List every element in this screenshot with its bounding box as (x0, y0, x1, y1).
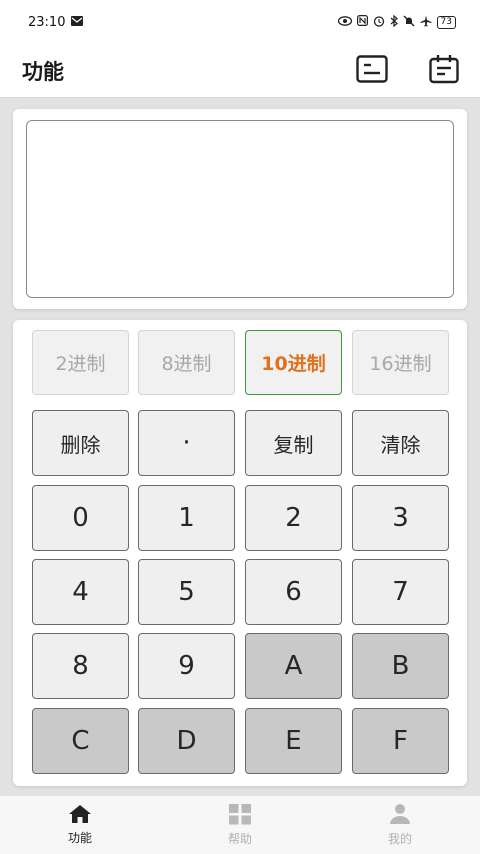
clear-button[interactable]: 清除 (352, 410, 449, 476)
nav-help[interactable]: 帮助 (160, 796, 320, 854)
battery-indicator: 73 (436, 15, 456, 29)
page-title: 功能 (22, 59, 64, 84)
airplane-icon (420, 15, 432, 30)
home-icon (68, 804, 92, 827)
display-card (13, 109, 467, 309)
alarm-icon (373, 15, 385, 30)
key-9[interactable]: 9 (138, 633, 235, 699)
status-right: 73 (337, 14, 456, 30)
nav-mine[interactable]: 我的 (320, 796, 480, 854)
input-display[interactable] (26, 120, 454, 298)
nfc-icon (356, 15, 368, 29)
key-6[interactable]: 6 (245, 559, 342, 625)
history-button[interactable] (356, 54, 388, 87)
base-16-tab[interactable]: 16进制 (352, 330, 449, 395)
key-3[interactable]: 3 (352, 485, 449, 551)
base-2-tab[interactable]: 2进制 (32, 330, 129, 395)
calendar-icon (429, 54, 459, 88)
mute-bell-icon (403, 15, 415, 30)
key-a[interactable]: A (245, 633, 342, 699)
status-time: 23:10 (28, 14, 66, 30)
appbar-actions (356, 54, 460, 88)
base-8-tab[interactable]: 8进制 (138, 330, 235, 395)
key-4[interactable]: 4 (32, 559, 129, 625)
base-10-tab[interactable]: 10进制 (245, 330, 342, 395)
bluetooth-icon (390, 14, 398, 30)
calendar-button[interactable] (428, 54, 460, 88)
mail-notification-icon (71, 15, 84, 30)
nav-help-label: 帮助 (227, 832, 252, 846)
key-1[interactable]: 1 (138, 485, 235, 551)
key-2[interactable]: 2 (245, 485, 342, 551)
key-7[interactable]: 7 (352, 559, 449, 625)
nav-mine-label: 我的 (387, 832, 412, 846)
key-c[interactable]: C (32, 708, 129, 774)
key-5[interactable]: 5 (138, 559, 235, 625)
key-0[interactable]: 0 (32, 485, 129, 551)
nav-features-label: 功能 (67, 831, 92, 845)
key-f[interactable]: F (352, 708, 449, 774)
key-b[interactable]: B (352, 633, 449, 699)
dot-button[interactable]: · (138, 410, 235, 476)
key-e[interactable]: E (245, 708, 342, 774)
copy-button[interactable]: 复制 (245, 410, 342, 476)
card-list-icon (356, 54, 388, 87)
bottom-nav: 功能 帮助 我的 (0, 795, 480, 854)
keypad-card: 2进制 8进制 10进制 16进制 删除 · 复制 清除 0 1 2 3 4 5… (13, 320, 467, 786)
key-d[interactable]: D (138, 708, 235, 774)
grid-icon (228, 803, 252, 828)
nav-features[interactable]: 功能 (0, 796, 160, 854)
status-left: 23:10 (28, 14, 84, 30)
delete-button[interactable]: 删除 (32, 410, 129, 476)
person-icon (389, 803, 411, 828)
status-bar: 23:10 73 (0, 0, 480, 44)
key-8[interactable]: 8 (32, 633, 129, 699)
app-bar: 功能 (0, 44, 480, 98)
eye-icon (337, 15, 352, 29)
